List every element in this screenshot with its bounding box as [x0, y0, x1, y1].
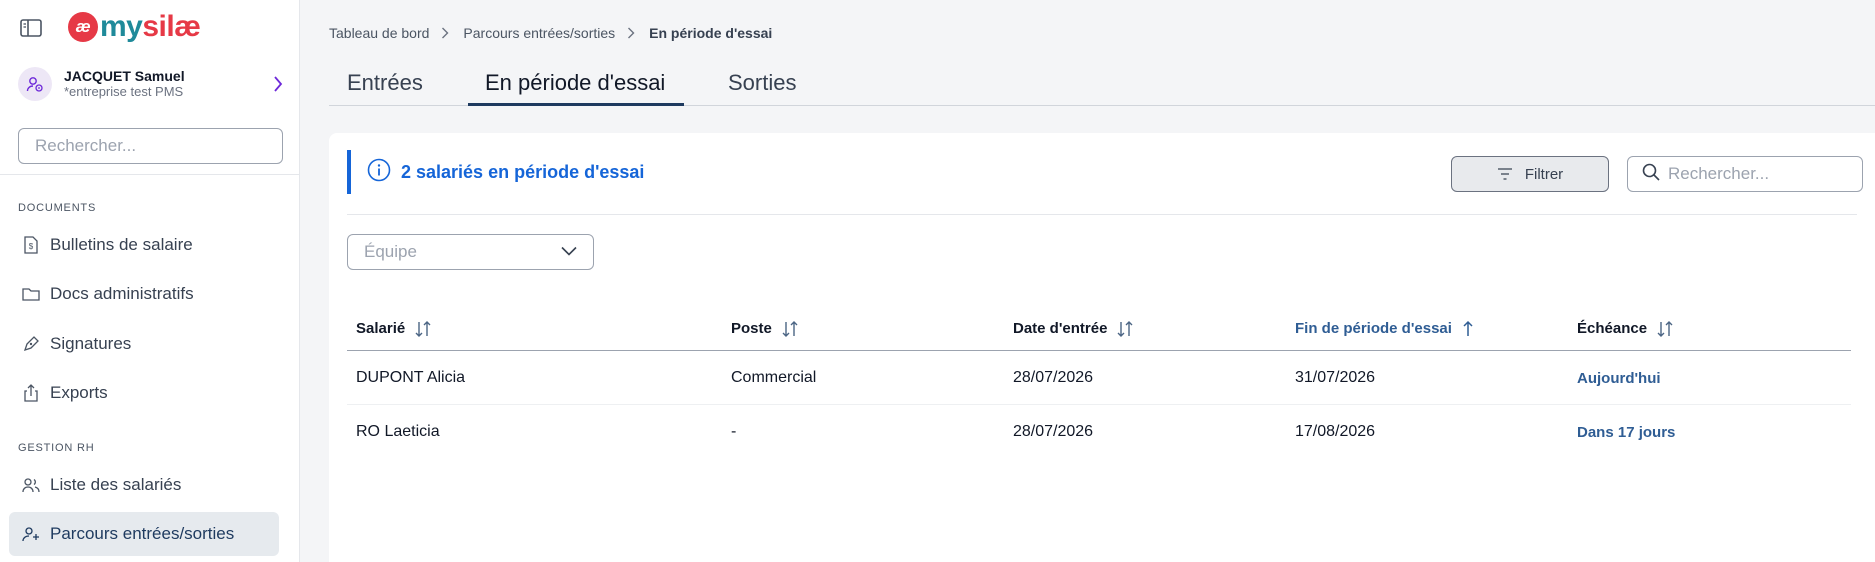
info-text: 2 salariés en période d'essai — [401, 161, 645, 182]
cell-poste: - — [731, 423, 737, 440]
cell-salarie: RO Laeticia — [356, 423, 440, 440]
folder-icon — [22, 285, 40, 303]
section-title-documents: DOCUMENTS — [18, 202, 97, 214]
sidebar-item-liste-salaries[interactable]: Liste des salariés — [9, 463, 279, 507]
sidebar-item-bulletins[interactable]: $ Bulletins de salaire — [9, 223, 279, 267]
breadcrumb-item-dashboard[interactable]: Tableau de bord — [329, 25, 429, 41]
logo-wordmark: mysilæ — [100, 10, 201, 43]
user-company: *entreprise test PMS — [64, 83, 184, 99]
sidebar: æ mysilæ JACQUET Samuel *entreprise test… — [0, 0, 300, 562]
chevron-right-icon — [441, 27, 451, 39]
info-banner: 2 salariés en période d'essai — [347, 150, 644, 194]
tab-bar: Entrées En période d'essai Sorties — [329, 70, 1875, 106]
cell-date-entree: 28/07/2026 — [1013, 369, 1094, 386]
sidebar-item-exports[interactable]: Exports — [9, 371, 279, 415]
search-input[interactable] — [1668, 164, 1858, 184]
sidebar-search-input[interactable] — [18, 128, 283, 164]
sort-icon — [415, 320, 431, 338]
cell-fin-periode: 31/07/2026 — [1295, 369, 1376, 386]
table-row[interactable]: RO Laeticia - 28/07/2026 17/08/2026 Dans… — [347, 405, 1851, 459]
section-title-gestion-rh: GESTION RH — [18, 442, 95, 454]
user-name: JACQUET Samuel — [64, 68, 185, 85]
sidebar-item-label: Bulletins de salaire — [50, 235, 193, 254]
cell-fin-periode: 17/08/2026 — [1295, 423, 1376, 440]
cell-salarie: DUPONT Alicia — [356, 369, 466, 386]
sidebar-item-label: Signatures — [50, 334, 132, 353]
filter-button-label: Filtrer — [1524, 165, 1564, 183]
breadcrumb-current: En période d'essai — [649, 25, 773, 41]
user-plus-icon — [22, 525, 40, 543]
breadcrumb-item-parcours[interactable]: Parcours entrées/sorties — [463, 25, 615, 41]
filter-button[interactable]: Filtrer — [1451, 156, 1609, 192]
cell-echeance: Dans 17 jours — [1577, 423, 1676, 441]
table-header: Salarié Poste Date d'entrée Fin de pério… — [347, 306, 1851, 351]
column-header-salarie[interactable]: Salarié — [356, 306, 431, 351]
column-header-echeance[interactable]: Échéance — [1577, 306, 1673, 351]
payslip-icon: $ — [22, 236, 40, 254]
team-select[interactable]: Équipe — [347, 234, 594, 270]
column-header-poste[interactable]: Poste — [731, 306, 798, 351]
sidebar-item-label: Liste des salariés — [50, 475, 182, 494]
sidebar-divider — [0, 174, 300, 175]
cell-poste: Commercial — [731, 369, 817, 386]
mysilae-logo[interactable]: æ mysilæ — [68, 10, 201, 44]
team-select-placeholder: Équipe — [364, 242, 417, 261]
sort-icon — [1657, 320, 1673, 338]
tab-sorties[interactable]: Sorties — [728, 70, 796, 106]
tab-entrees[interactable]: Entrées — [347, 70, 423, 106]
chevron-right-icon — [270, 74, 286, 94]
sidebar-item-signatures[interactable]: Signatures — [9, 322, 279, 366]
users-icon — [22, 476, 40, 494]
pen-icon — [22, 335, 40, 353]
main-card: 2 salariés en période d'essai Filtrer Éq… — [329, 133, 1875, 562]
sort-icon — [782, 320, 798, 338]
cell-date-entree: 28/07/2026 — [1013, 423, 1094, 440]
user-switcher[interactable]: JACQUET Samuel *entreprise test PMS — [18, 66, 286, 102]
chevron-down-icon — [561, 243, 577, 261]
cell-echeance: Aujourd'hui — [1577, 369, 1661, 387]
sidebar-item-docs-administratifs[interactable]: Docs administratifs — [9, 272, 279, 316]
search-icon — [1642, 163, 1660, 186]
column-header-date-entree[interactable]: Date d'entrée — [1013, 306, 1133, 351]
search-box[interactable] — [1627, 156, 1863, 192]
tab-periode-essai[interactable]: En période d'essai — [468, 70, 684, 106]
sidebar-item-label: Docs administratifs — [50, 284, 194, 303]
column-header-fin-periode[interactable]: Fin de période d'essai — [1295, 306, 1474, 351]
info-icon — [367, 158, 391, 187]
svg-text:$: $ — [29, 242, 34, 251]
sidebar-item-label: Parcours entrées/sorties — [50, 524, 235, 543]
card-divider — [347, 214, 1857, 215]
sort-ascending-icon — [1462, 320, 1474, 338]
sidebar-item-label: Exports — [50, 383, 108, 402]
trial-period-table: Salarié Poste Date d'entrée Fin de pério… — [347, 306, 1851, 459]
export-icon — [22, 384, 40, 402]
chevron-right-icon — [627, 27, 637, 39]
sidebar-toggle-icon[interactable] — [18, 17, 44, 39]
user-avatar-icon — [18, 67, 52, 101]
sort-icon — [1117, 320, 1133, 338]
logo-mark: æ — [68, 12, 98, 42]
breadcrumb: Tableau de bord Parcours entrées/sorties… — [329, 25, 772, 41]
table-row[interactable]: DUPONT Alicia Commercial 28/07/2026 31/0… — [347, 351, 1851, 405]
filter-icon — [1497, 168, 1513, 180]
sidebar-item-parcours[interactable]: Parcours entrées/sorties — [9, 512, 279, 556]
